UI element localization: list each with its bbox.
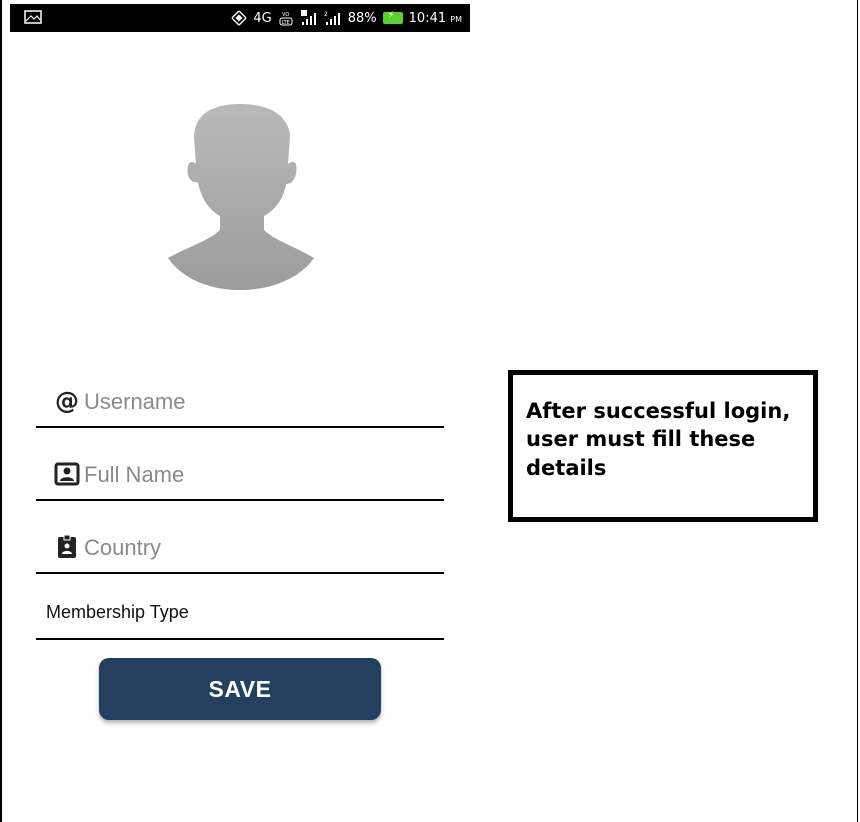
- svg-text:VO: VO: [282, 12, 289, 18]
- country-field[interactable]: Country: [36, 524, 444, 574]
- annotation-box: After successful login, user must fill t…: [508, 370, 818, 522]
- badge-icon: [58, 534, 76, 558]
- image-notification-icon: [24, 10, 42, 24]
- membership-type-label: Membership Type: [46, 602, 189, 622]
- clock-time: 10:41: [408, 10, 447, 26]
- volte-icon: LTE VO: [279, 12, 293, 26]
- svg-text:@: @: [55, 388, 79, 414]
- signal-sim2-icon: 2: [324, 11, 340, 25]
- username-field[interactable]: @ Username: [36, 378, 444, 428]
- fullname-placeholder: Full Name: [84, 462, 185, 487]
- membership-type-select[interactable]: Membership Type: [36, 594, 444, 640]
- contact-card-icon: [54, 462, 80, 486]
- status-right: 4G LTE VO 2 88% 10:41 PM: [231, 4, 462, 32]
- person-silhouette-icon: [168, 104, 314, 290]
- svg-text:LTE: LTE: [281, 20, 289, 26]
- network-type: 4G: [253, 10, 272, 26]
- status-bar: 4G LTE VO 2 88% 10:41 PM: [10, 4, 470, 32]
- at-sign-icon: @: [55, 388, 79, 414]
- country-placeholder: Country: [84, 535, 162, 560]
- save-button[interactable]: SAVE: [99, 658, 381, 720]
- vibrate-icon: [232, 10, 247, 26]
- battery-percent: 88%: [347, 10, 377, 26]
- battery-charging-icon: [382, 10, 403, 24]
- save-button-label: SAVE: [208, 675, 272, 702]
- fullname-field[interactable]: Full Name: [36, 451, 444, 501]
- annotation-text: After successful login, user must fill t…: [526, 399, 791, 480]
- username-placeholder: Username: [84, 389, 186, 414]
- signal-sim1-icon: [300, 10, 316, 25]
- svg-text:2: 2: [324, 11, 328, 18]
- clock: 10:41 PM: [409, 11, 462, 26]
- clock-ampm: PM: [450, 14, 462, 24]
